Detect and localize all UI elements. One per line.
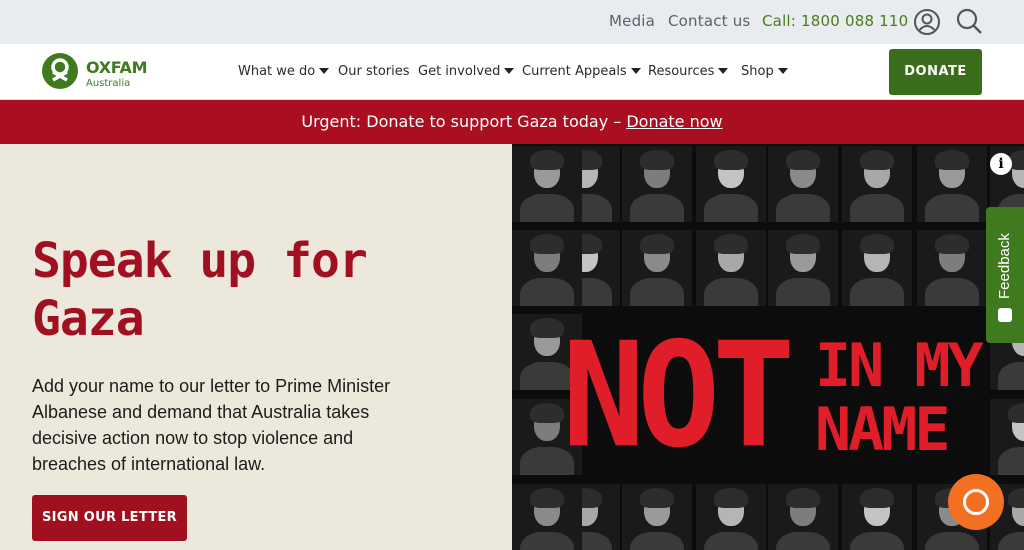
sign-letter-button[interactable]: SIGN OUR LETTER — [32, 495, 187, 541]
caret-down-icon — [319, 68, 330, 74]
portrait-photo — [768, 146, 838, 222]
portrait-photo — [622, 146, 692, 222]
image-text-line2: NAME — [815, 395, 950, 465]
feedback-tab[interactable]: Feedback — [986, 207, 1024, 343]
image-text-not: NOT — [562, 310, 795, 480]
portrait-photo — [768, 484, 838, 550]
urgent-banner: Urgent: Donate to support Gaza today – D… — [0, 100, 1024, 144]
caret-down-icon — [777, 68, 788, 74]
caret-down-icon — [630, 68, 641, 74]
oxfam-logo[interactable]: OXFAM Australia — [42, 53, 152, 93]
oxfam-logo-icon — [42, 53, 78, 89]
portrait-photo — [622, 484, 692, 550]
feedback-label: Feedback — [996, 233, 1013, 299]
logo-name: OXFAM — [86, 58, 148, 77]
hero-body: Add your name to our letter to Prime Min… — [32, 376, 391, 474]
caret-down-icon — [504, 68, 515, 74]
media-link[interactable]: Media — [609, 12, 655, 30]
nav-label: Resources — [648, 64, 715, 79]
portrait-photo — [696, 146, 766, 222]
image-text-in-my-name: IN MY NAME — [815, 331, 984, 465]
portrait-photo — [622, 230, 692, 306]
portrait-photo — [696, 484, 766, 550]
hero-image: NOT IN MY NAME — [512, 144, 1024, 550]
nav-current-appeals[interactable]: Current Appeals — [522, 64, 641, 79]
donate-button[interactable]: DONATE — [889, 49, 982, 95]
portrait-photo — [842, 484, 912, 550]
nav-get-involved[interactable]: Get involved — [418, 64, 515, 79]
nav-resources[interactable]: Resources — [648, 64, 729, 79]
nav-label: Get involved — [418, 64, 501, 79]
logo-sub: Australia — [86, 78, 131, 89]
portrait-photo — [512, 230, 582, 306]
hero-title: Speak up for Gaza — [32, 233, 368, 347]
urgent-text: Urgent: Donate to support Gaza today – — [301, 112, 622, 131]
portrait-photo — [512, 484, 582, 550]
portrait-photo — [990, 399, 1024, 475]
user-circle-icon[interactable] — [912, 7, 942, 37]
info-icon[interactable]: i — [990, 153, 1012, 175]
nav-label: Current Appeals — [522, 64, 627, 79]
nav-our-stories[interactable]: Our stories — [338, 64, 410, 79]
nav-what-we-do[interactable]: What we do — [238, 64, 330, 79]
search-icon[interactable] — [954, 6, 984, 36]
chat-bubble-icon[interactable] — [948, 474, 1004, 530]
nav-label: Shop — [741, 64, 774, 79]
portrait-photo — [696, 230, 766, 306]
feedback-icon — [998, 308, 1012, 322]
chat-icon-inner — [963, 489, 989, 515]
portrait-photo — [768, 230, 838, 306]
portrait-photo — [842, 146, 912, 222]
portrait-photo — [917, 230, 987, 306]
contact-link[interactable]: Contact us — [668, 12, 750, 30]
main-nav: OXFAM Australia What we do Our stories G… — [0, 44, 1024, 100]
image-text-line1: IN MY — [815, 331, 984, 401]
nav-label: Our stories — [338, 64, 410, 79]
call-link[interactable]: Call: 1800 088 110 — [762, 12, 908, 30]
nav-shop[interactable]: Shop — [741, 64, 788, 79]
caret-down-icon — [718, 68, 729, 74]
hero-content: Speak up for Gaza Add your name to our l… — [0, 144, 512, 550]
portrait-photo — [917, 146, 987, 222]
portrait-photo — [842, 230, 912, 306]
utility-bar: Media Contact us Call: 1800 088 110 — [0, 0, 1024, 44]
nav-label: What we do — [238, 64, 316, 79]
portrait-photo — [512, 146, 582, 222]
donate-now-link[interactable]: Donate now — [626, 112, 722, 131]
